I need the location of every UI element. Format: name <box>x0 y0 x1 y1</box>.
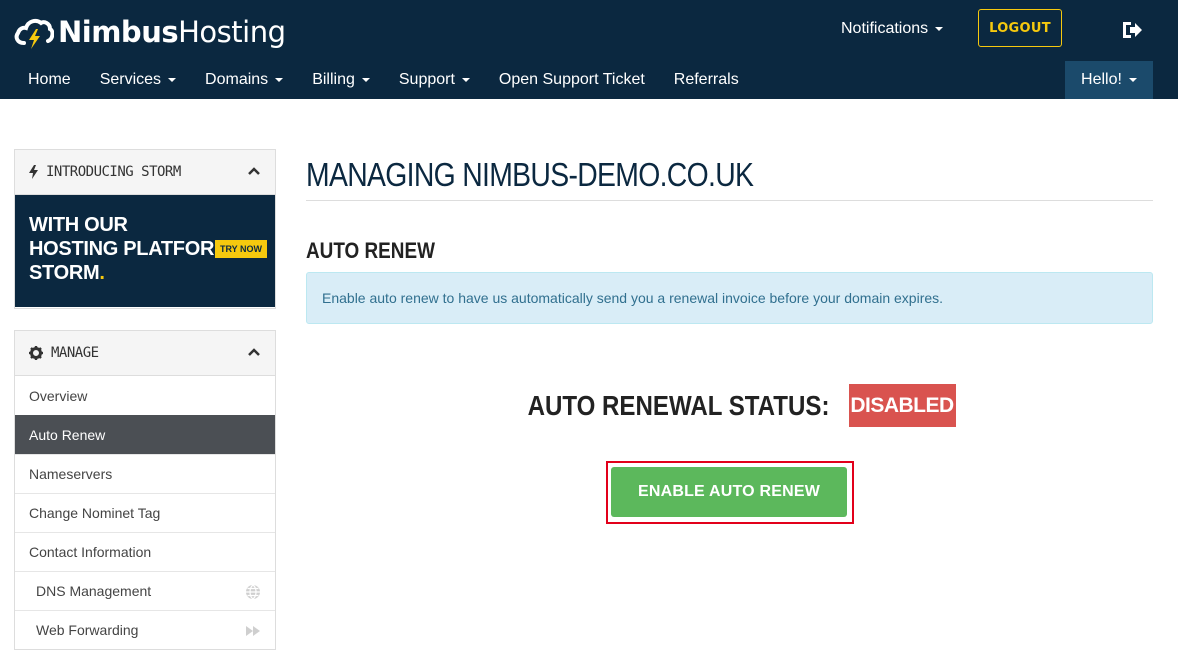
cloud-bolt-icon <box>14 18 54 49</box>
info-alert-text: Enable auto renew to have us automatical… <box>322 290 944 306</box>
sign-out-icon[interactable] <box>1120 19 1144 41</box>
promo-line: WITH OUR <box>29 214 128 236</box>
logout-button[interactable]: LOGOUT <box>978 9 1062 47</box>
auto-renewal-status: AUTO RENEWAL STATUS: DISABLED <box>306 384 1153 427</box>
caret-down-icon <box>168 78 177 82</box>
panel-header[interactable]: INTRODUCING STORM <box>15 150 275 195</box>
status-badge: DISABLED <box>848 384 956 427</box>
nav-item-label: Domains <box>205 71 269 88</box>
info-alert: Enable auto renew to have us automatical… <box>306 272 1153 324</box>
notifications-label: Notifications <box>841 20 929 37</box>
main-nav: Home Services Domains Billing Support Open Su… <box>14 61 768 99</box>
caret-down-icon <box>361 78 370 82</box>
account-menu-label: Hello! <box>1081 71 1122 88</box>
caret-down-icon <box>275 78 284 82</box>
panel-title: MANAGE <box>51 345 99 361</box>
promo-line: STORM. <box>29 262 105 284</box>
notifications-dropdown[interactable]: Notifications <box>841 18 944 40</box>
sidebar-item-label: Web Forwarding <box>36 622 139 638</box>
sidebar-item-label: Auto Renew <box>29 427 106 443</box>
caret-down-icon <box>461 78 470 82</box>
sidebar-item-overview[interactable]: Overview <box>15 376 275 415</box>
gear-icon <box>29 346 43 360</box>
introducing-storm-panel: INTRODUCING STORM WITH OUR HOSTING PLATF… <box>14 149 276 309</box>
nav-item-label: Home <box>28 71 71 88</box>
panel-header[interactable]: MANAGE <box>15 331 275 376</box>
status-label: AUTO RENEWAL STATUS: <box>528 389 830 421</box>
fast-forward-icon <box>246 626 260 636</box>
sidebar-item-web-forwarding[interactable]: Web Forwarding <box>15 610 275 649</box>
caret-down-icon <box>1128 78 1137 82</box>
sidebar-item-label: Contact Information <box>29 544 152 560</box>
nav-item-label: Referrals <box>673 71 739 88</box>
divider <box>306 200 1153 201</box>
brand-name: NimbusHosting <box>58 15 286 49</box>
nav-item-domains[interactable]: Domains <box>205 71 284 89</box>
sidebar-item-label: DNS Management <box>36 583 152 599</box>
nav-item-label: Open Support Ticket <box>498 71 645 88</box>
nav-item-referrals[interactable]: Referrals <box>674 71 739 89</box>
sidebar-item-auto-renew[interactable]: Auto Renew <box>15 415 275 454</box>
enable-auto-renew-button[interactable]: ENABLE AUTO RENEW <box>611 467 847 517</box>
sidebar-item-label: Overview <box>29 387 88 404</box>
chevron-up-icon[interactable] <box>247 166 261 176</box>
sidebar-item-label: Change Nominet Tag <box>29 505 161 521</box>
page-title: MANAGING NIMBUS-DEMO.CO.UK <box>306 156 754 193</box>
storm-promo-banner[interactable]: WITH OUR HOSTING PLATFORM STORM. TRY NOW <box>15 195 275 307</box>
try-now-badge[interactable]: TRY NOW <box>215 240 267 258</box>
sidebar-item-change-nominet-tag[interactable]: Change Nominet Tag <box>15 493 275 532</box>
brand-logo[interactable]: NimbusHosting <box>14 12 286 52</box>
account-menu[interactable]: Hello! <box>1065 61 1153 99</box>
manage-panel: MANAGE Overview Auto Renew Nameservers Chan… <box>14 330 276 650</box>
nav-item-label: Billing <box>312 71 355 88</box>
chevron-up-icon[interactable] <box>247 347 261 357</box>
nav-item-home[interactable]: Home <box>28 71 71 89</box>
bolt-icon <box>29 165 38 179</box>
nav-item-open-support-ticket[interactable]: Open Support Ticket <box>499 71 645 89</box>
globe-icon <box>246 584 260 600</box>
caret-down-icon <box>935 27 944 31</box>
panel-title: INTRODUCING STORM <box>46 164 181 180</box>
sidebar-item-contact-information[interactable]: Contact Information <box>15 532 275 571</box>
manage-menu: Overview Auto Renew Nameservers Change Nomi… <box>15 376 275 649</box>
sidebar-item-nameservers[interactable]: Nameservers <box>15 454 275 493</box>
nav-item-services[interactable]: Services <box>99 71 177 89</box>
nav-item-label: Support <box>398 71 455 88</box>
nav-item-support[interactable]: Support <box>399 71 470 89</box>
nav-item-label: Services <box>99 71 162 88</box>
sidebar-item-label: Nameservers <box>29 466 113 482</box>
nav-item-billing[interactable]: Billing <box>312 71 370 89</box>
top-header: NimbusHosting Notifications LOGOUT Home S… <box>0 0 1178 99</box>
sidebar-item-dns-management[interactable]: DNS Management <box>15 571 275 610</box>
section-title: AUTO RENEW <box>306 238 435 263</box>
